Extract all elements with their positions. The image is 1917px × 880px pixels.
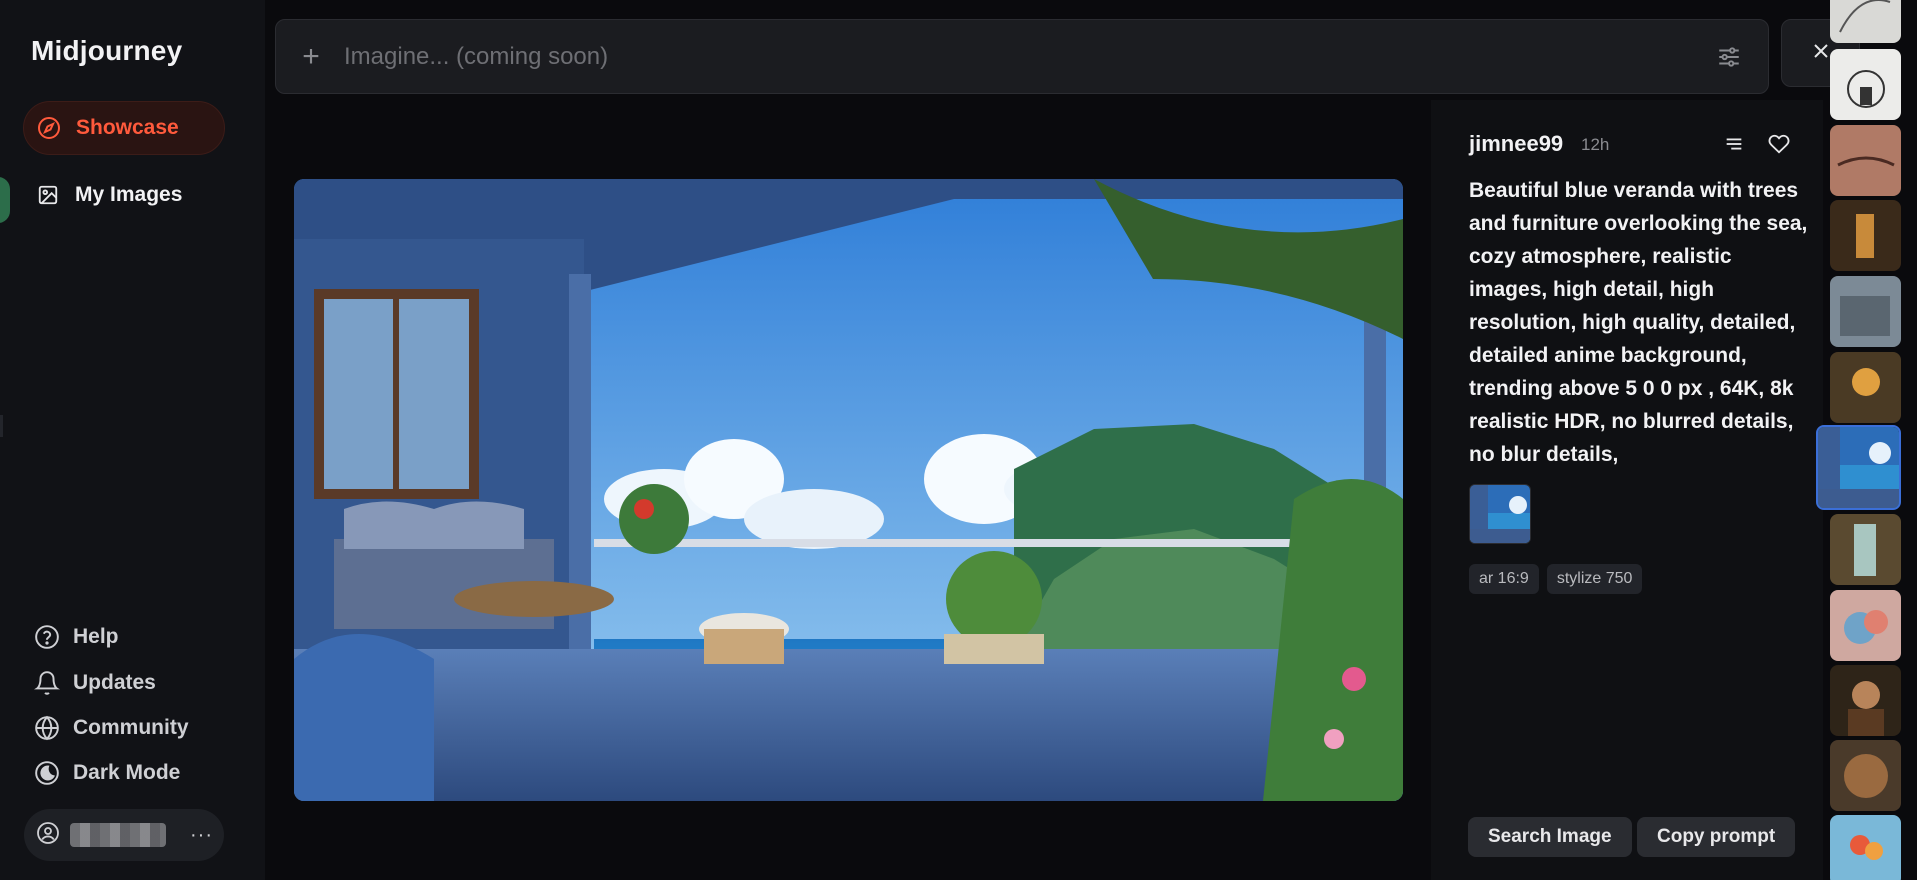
- bell-icon: [33, 669, 61, 697]
- imagine-input[interactable]: [344, 36, 1714, 77]
- image-icon: [35, 182, 61, 208]
- thumbnail-item[interactable]: [1830, 276, 1901, 347]
- more-options-button[interactable]: ···: [190, 824, 213, 847]
- moon-icon: [33, 759, 61, 787]
- tag-stylize[interactable]: stylize 750: [1546, 564, 1643, 594]
- username-redacted: [70, 823, 166, 847]
- menu-lines-icon[interactable]: [1720, 130, 1748, 158]
- post-time: 12h: [1581, 135, 1610, 154]
- user-circle-icon: [36, 821, 60, 850]
- thumbnail-item[interactable]: [1830, 49, 1901, 120]
- updates-link[interactable]: Updates: [33, 669, 156, 697]
- community-link[interactable]: Community: [33, 714, 189, 742]
- prompt-text: Beautiful blue veranda with trees and fu…: [1469, 179, 1808, 466]
- main-image[interactable]: [294, 179, 1403, 801]
- plus-icon[interactable]: +: [298, 40, 324, 74]
- community-label: Community: [73, 716, 189, 739]
- copy-prompt-button[interactable]: Copy prompt: [1637, 817, 1796, 857]
- tag-aspect-ratio[interactable]: ar 16:9: [1469, 564, 1539, 594]
- edge-indicator: [0, 177, 10, 223]
- search-image-button[interactable]: Search Image: [1468, 817, 1632, 857]
- prompt-bar: +: [275, 19, 1769, 94]
- dark-mode-label: Dark Mode: [73, 761, 181, 784]
- dark-mode-toggle[interactable]: Dark Mode: [33, 759, 180, 787]
- app-logo[interactable]: Midjourney: [31, 35, 182, 67]
- compass-icon: [36, 115, 62, 141]
- heart-icon[interactable]: [1765, 130, 1793, 158]
- detail-panel: jimnee99 12h Beautiful blue veranda with…: [1431, 100, 1823, 880]
- thumbnail-item[interactable]: [1830, 740, 1901, 811]
- user-menu[interactable]: ···: [24, 809, 224, 861]
- thumbnail-item[interactable]: [1830, 815, 1901, 880]
- nav-my-images-label: My Images: [75, 183, 183, 206]
- nav-my-images[interactable]: My Images: [23, 168, 225, 222]
- updates-label: Updates: [73, 671, 156, 694]
- thumbnail-item[interactable]: [1830, 125, 1901, 196]
- thumbnail-item[interactable]: [1830, 590, 1901, 661]
- sidebar: Midjourney Showcase My Images Help Updat…: [0, 0, 265, 880]
- thumbnail-item[interactable]: [1830, 0, 1901, 43]
- nav-showcase-label: Showcase: [76, 116, 179, 139]
- thumbnail-item[interactable]: [1830, 200, 1901, 271]
- nav-showcase[interactable]: Showcase: [23, 101, 225, 155]
- thumbnail-item[interactable]: [1830, 352, 1901, 423]
- help-label: Help: [73, 625, 119, 648]
- help-circle-icon: [33, 623, 61, 651]
- thumbnail-strip: [1816, 0, 1917, 880]
- parameter-tags: ar 16:9 stylize 750: [1469, 564, 1643, 594]
- help-link[interactable]: Help: [33, 623, 119, 651]
- settings-sliders-icon[interactable]: [1714, 42, 1744, 72]
- thumbnail-item[interactable]: [1830, 514, 1901, 585]
- thumbnail-item-selected[interactable]: [1816, 425, 1901, 510]
- thumbnail-item[interactable]: [1830, 665, 1901, 736]
- globe-icon: [33, 714, 61, 742]
- author-name[interactable]: jimnee99: [1469, 131, 1563, 157]
- edge-marker: [0, 415, 3, 437]
- reference-image-thumbnail[interactable]: [1469, 484, 1531, 544]
